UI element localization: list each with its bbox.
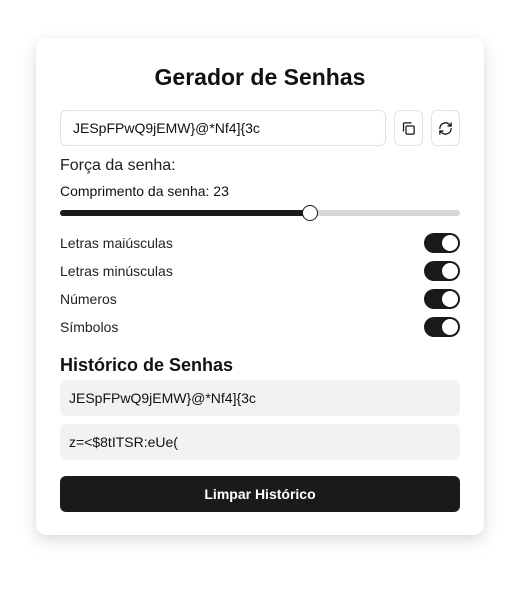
copy-icon [402, 121, 415, 135]
toggle-knob [442, 319, 458, 335]
history-item[interactable]: z=<$8tITSR:eUe( [60, 424, 460, 460]
length-slider[interactable] [60, 205, 460, 221]
toggle-knob [442, 263, 458, 279]
history-item[interactable]: JESpFPwQ9jEMW}@*Nf4]{3c [60, 380, 460, 416]
password-field[interactable] [60, 110, 386, 146]
regenerate-button[interactable] [431, 110, 460, 146]
copy-button[interactable] [394, 110, 423, 146]
option-uppercase: Letras maiúsculas [60, 233, 460, 253]
password-strength-label: Força da senha: [60, 157, 176, 174]
option-label: Símbolos [60, 319, 119, 335]
option-label: Números [60, 291, 117, 307]
option-label: Letras maiúsculas [60, 235, 173, 251]
password-generator-card: Gerador de Senhas Força da senha: Compri… [36, 38, 484, 535]
page-title: Gerador de Senhas [154, 64, 366, 90]
refresh-icon [439, 121, 452, 135]
option-numbers: Números [60, 289, 460, 309]
toggle-knob [442, 291, 458, 307]
symbols-toggle[interactable] [424, 317, 460, 337]
option-label: Letras minúsculas [60, 263, 173, 279]
lowercase-toggle[interactable] [424, 261, 460, 281]
uppercase-toggle[interactable] [424, 233, 460, 253]
history-title: Histórico de Senhas [60, 355, 234, 375]
password-length-label: Comprimento da senha: 23 [60, 183, 229, 199]
numbers-toggle[interactable] [424, 289, 460, 309]
slider-fill [60, 210, 310, 216]
toggle-knob [442, 235, 458, 251]
option-lowercase: Letras minúsculas [60, 261, 460, 281]
slider-thumb[interactable] [302, 205, 318, 221]
option-symbols: Símbolos [60, 317, 460, 337]
clear-history-button[interactable]: Limpar Histórico [60, 476, 460, 512]
